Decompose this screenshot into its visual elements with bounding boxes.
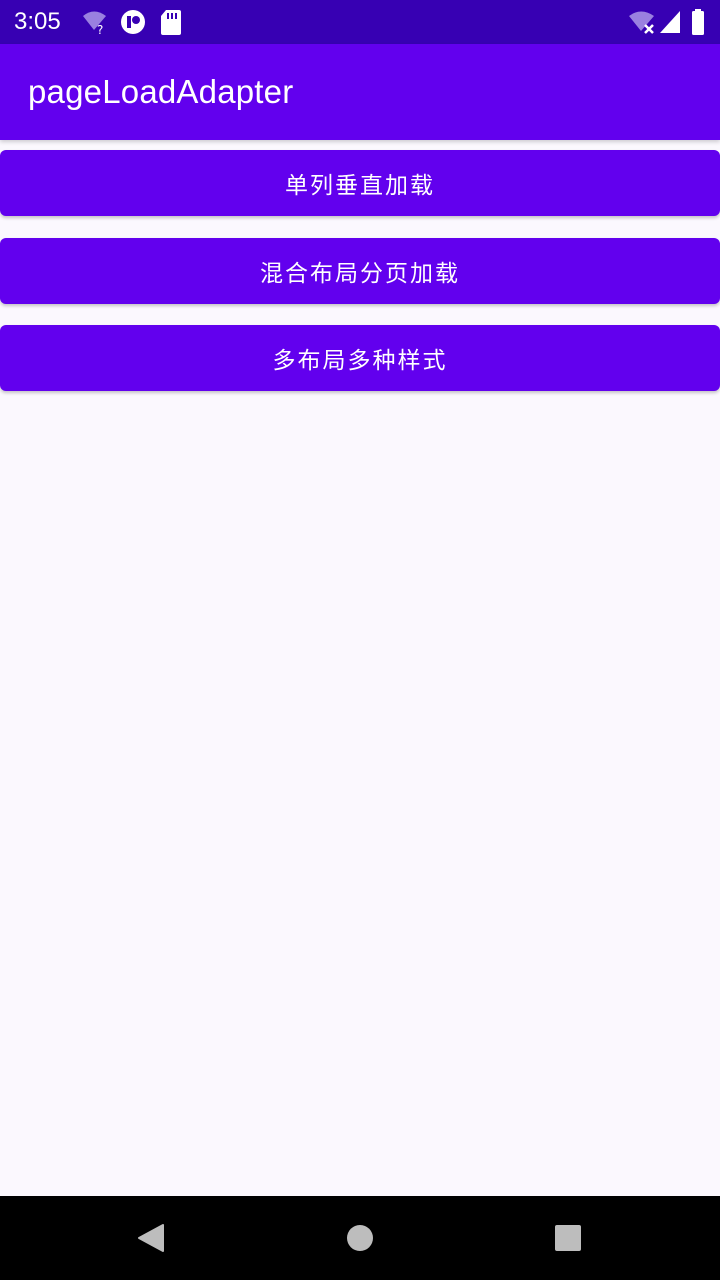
app-title: pageLoadAdapter [28, 73, 294, 110]
app-bar: pageLoadAdapter [0, 44, 720, 140]
recents-icon[interactable] [548, 1218, 588, 1258]
status-time: 3:05 [14, 8, 61, 35]
multi-layout-styles-button[interactable]: 多布局多种样式 [0, 325, 720, 391]
status-bar: 3:05 ? [0, 0, 720, 44]
cell-signal-icon [658, 8, 682, 36]
back-icon[interactable] [132, 1218, 172, 1258]
single-column-vertical-load-button[interactable]: 单列垂直加载 [0, 150, 720, 216]
app-notification-icon [120, 8, 146, 36]
svg-text:?: ? [97, 23, 103, 36]
home-icon[interactable] [340, 1218, 380, 1258]
navigation-bar [0, 1196, 720, 1280]
mixed-layout-paging-load-button[interactable]: 混合布局分页加载 [0, 238, 720, 304]
wifi-question-icon: ? [82, 8, 110, 36]
screen: 3:05 ? pageLoadAdapter 单列垂直加载 混合布局分页加载 多… [0, 0, 720, 1280]
sd-card-icon [160, 8, 182, 36]
wifi-off-icon [628, 8, 656, 36]
battery-icon [690, 8, 706, 36]
